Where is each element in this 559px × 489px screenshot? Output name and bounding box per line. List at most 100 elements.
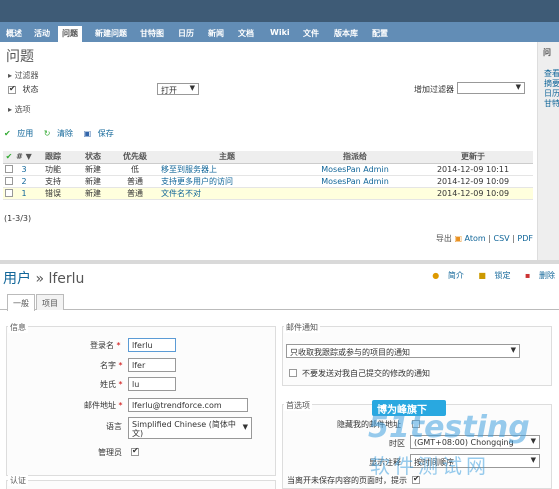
- row-checkbox[interactable]: [5, 177, 13, 185]
- breadcrumb-separator: »: [35, 271, 49, 287]
- email-input[interactable]: lferlu@trendforce.com: [128, 398, 248, 412]
- mail-notification-select[interactable]: 只收取我跟踪或参与的项目的通知 ▼: [286, 344, 520, 358]
- tab-repository[interactable]: 版本库: [330, 26, 362, 42]
- watermark-caption: 软件测试网: [370, 454, 490, 478]
- save-query-button[interactable]: ▣ 保存: [84, 129, 118, 138]
- row-checkbox[interactable]: [5, 189, 13, 197]
- lastname-input[interactable]: lu: [128, 377, 176, 391]
- check-icon: ✔: [5, 152, 13, 162]
- apply-button[interactable]: ✔ 应用: [4, 129, 37, 138]
- issue-status: 新建: [73, 187, 113, 200]
- select-all-toggle[interactable]: ✔: [3, 151, 15, 164]
- firstname-input[interactable]: lfer: [128, 358, 176, 372]
- tab-calendar[interactable]: 日历: [174, 26, 198, 42]
- tab-general[interactable]: 一般: [7, 294, 35, 311]
- lastname-label: 姓氏 *: [100, 379, 123, 390]
- sidebar-link-gantt[interactable]: 甘特: [544, 98, 559, 109]
- tab-issues[interactable]: 问题: [58, 26, 82, 42]
- login-label-text: 登录名: [90, 341, 114, 350]
- issue-id-link[interactable]: 1: [15, 187, 33, 200]
- tab-documents[interactable]: 文档: [234, 26, 258, 42]
- row-checkbox-cell: [3, 163, 15, 176]
- issue-priority: 普通: [113, 187, 157, 200]
- options-legend-label: 选项: [14, 105, 31, 114]
- issue-subject-link[interactable]: 文件名不对: [157, 187, 297, 200]
- status-operator-select[interactable]: 打开 ▼: [157, 83, 199, 95]
- issues-screenshot: 概述 活动 问题 新建问题 甘特图 日历 新闻 文档 Wiki 文件 版本库 配…: [0, 0, 559, 260]
- no-self-notified-label: 不要发送对我自己提交的修改的通知: [302, 369, 430, 378]
- issue-tracker: 支持: [33, 175, 73, 188]
- lock-button[interactable]: ■ 锁定: [472, 271, 510, 280]
- column-header-assignee[interactable]: 指派给: [297, 151, 413, 164]
- clear-label: 清除: [57, 129, 74, 138]
- trash-icon: ▪: [525, 271, 531, 280]
- table-row: 2 支持 新建 普通 支持更多用户的访问 MosesPan Admin 2014…: [3, 175, 533, 188]
- column-header-status[interactable]: 状态: [73, 151, 113, 164]
- column-header-priority[interactable]: 优先级: [113, 151, 157, 164]
- status-filter-checkbox[interactable]: [8, 84, 16, 94]
- tab-projects[interactable]: 项目: [36, 294, 64, 310]
- issue-assignee-link[interactable]: [297, 187, 413, 200]
- tab-activity[interactable]: 活动: [30, 26, 54, 42]
- tab-new-issue[interactable]: 新建问题: [91, 26, 131, 42]
- language-select[interactable]: Simplified Chinese (简体中文) ▼: [128, 417, 252, 439]
- language-label: 语言: [106, 422, 122, 431]
- page-title: 问题: [6, 49, 34, 65]
- firstname-label: 名字 *: [100, 360, 123, 371]
- profile-label: 简介: [447, 271, 464, 280]
- filters-legend[interactable]: ▸ 过滤器: [8, 70, 39, 81]
- save-icon: ▣: [83, 129, 92, 138]
- main-menu: 概述 活动 问题 新建问题 甘特图 日历 新闻 文档 Wiki 文件 版本库 配…: [0, 22, 559, 42]
- export-label: 导出: [435, 234, 452, 243]
- issue-subject-link[interactable]: 支持更多用户的访问: [157, 175, 297, 188]
- language-value: Simplified Chinese (简体中文): [132, 420, 236, 438]
- issue-tracker: 错误: [33, 187, 73, 200]
- chevron-down-icon: ▼: [515, 83, 521, 91]
- required-marker: *: [116, 341, 121, 350]
- column-header-id[interactable]: # ▼: [15, 151, 33, 164]
- tab-news[interactable]: 新闻: [204, 26, 228, 42]
- issue-id-link[interactable]: 3: [15, 163, 33, 176]
- tab-gantt[interactable]: 甘特图: [136, 26, 168, 42]
- profile-button[interactable]: ● 简介: [426, 271, 464, 280]
- delete-button[interactable]: ▪ 删除: [519, 271, 555, 280]
- clear-button[interactable]: ↻ 清除: [44, 129, 77, 138]
- delete-label: 删除: [539, 271, 555, 280]
- column-header-subject[interactable]: 主题: [157, 151, 297, 164]
- info-legend: 信息: [8, 322, 28, 333]
- column-header-tracker[interactable]: 跟踪: [33, 151, 73, 164]
- issue-subject-link[interactable]: 移至到服务器上: [157, 163, 297, 176]
- admin-checkbox[interactable]: [131, 446, 139, 456]
- row-checkbox[interactable]: [5, 165, 13, 173]
- admin-label: 管理员: [98, 448, 122, 457]
- email-label-text: 邮件地址: [84, 401, 116, 410]
- tab-wiki[interactable]: Wiki: [266, 26, 294, 42]
- issue-assignee-link[interactable]: MosesPan Admin: [297, 163, 413, 176]
- issue-status: 新建: [73, 175, 113, 188]
- feed-icon: ▣: [454, 234, 462, 243]
- column-header-label: #: [16, 152, 23, 162]
- login-input[interactable]: lferlu: [128, 338, 176, 352]
- issue-updated: 2014-12-09 10:11: [413, 163, 533, 176]
- options-legend[interactable]: ▸ 选项: [8, 104, 31, 115]
- users-breadcrumb-link[interactable]: 用户: [3, 271, 31, 287]
- add-filter-select[interactable]: ▼: [457, 82, 525, 94]
- top-header-bar: [0, 0, 559, 22]
- export-pdf-link[interactable]: PDF: [517, 234, 533, 243]
- issue-id-link[interactable]: 2: [15, 175, 33, 188]
- export-atom-link[interactable]: Atom: [465, 234, 486, 243]
- tab-files[interactable]: 文件: [299, 26, 323, 42]
- column-header-updated[interactable]: 更新于: [413, 151, 533, 164]
- required-marker: *: [118, 380, 123, 389]
- no-self-notified-checkbox[interactable]: [289, 369, 297, 377]
- export-csv-link[interactable]: CSV: [493, 234, 509, 243]
- add-filter-label: 增加过滤器: [414, 85, 454, 94]
- required-marker: *: [118, 401, 123, 410]
- tab-overview[interactable]: 概述: [2, 26, 26, 42]
- issue-assignee-link[interactable]: MosesPan Admin: [297, 175, 413, 188]
- issue-priority: 普通: [113, 175, 157, 188]
- pagination-count: (1-3/3): [4, 214, 32, 223]
- lock-icon: ■: [478, 271, 486, 280]
- page-title: 用户 » lferlu: [3, 268, 84, 288]
- tab-settings[interactable]: 配置: [368, 26, 392, 42]
